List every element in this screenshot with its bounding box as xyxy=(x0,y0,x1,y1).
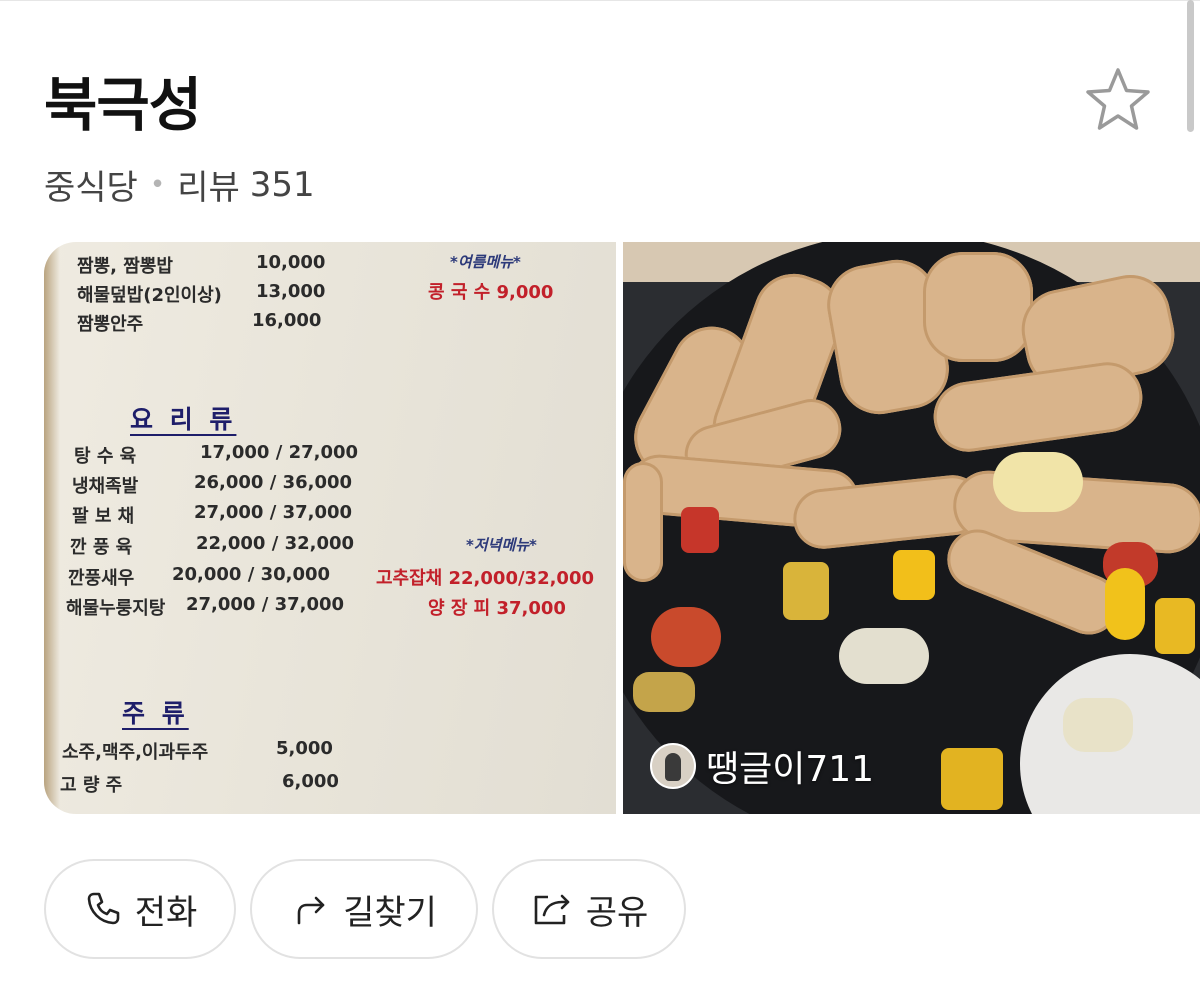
menu-item-price: 17,000 / 27,000 xyxy=(200,442,359,463)
menu-item-price: 26,000 / 36,000 xyxy=(194,472,353,493)
onion-piece xyxy=(839,628,929,684)
menu-item-name: 해물덮밥(2인이상) xyxy=(77,285,222,306)
onion-piece xyxy=(993,452,1083,512)
menu-photo[interactable]: 짬뽕, 짬뽕밥 10,000 해물덮밥(2인이상) 13,000 짬뽕안주 16… xyxy=(44,242,616,814)
top-divider xyxy=(0,0,1200,1)
phone-icon xyxy=(87,892,120,925)
yellow-pepper xyxy=(633,672,695,712)
share-button[interactable]: 공유 xyxy=(492,859,686,959)
directions-button[interactable]: 길찾기 xyxy=(250,859,478,959)
photo-edge-shadow xyxy=(44,242,60,814)
menu-item-price: 22,000 / 32,000 xyxy=(196,533,355,554)
menu-item-price: 10,000 xyxy=(256,252,326,273)
category-label: 중식당 xyxy=(44,168,138,208)
place-meta: 중식당 • 리뷰 351 xyxy=(44,160,315,209)
review-count[interactable]: 351 xyxy=(250,165,315,205)
dishes-section-title: 요 리 류 xyxy=(130,405,237,434)
menu-item-price: 13,000 xyxy=(256,281,326,302)
avatar xyxy=(650,743,696,789)
share-label: 공유 xyxy=(585,892,649,933)
red-pepper xyxy=(651,607,721,667)
dinner-menu-item: 양 장 피 37,000 xyxy=(428,598,566,619)
uploader-badge[interactable]: 땡글이711 xyxy=(650,740,874,792)
menu-item-name: 탕 수 육 xyxy=(74,446,137,467)
fried-pork-piece xyxy=(923,252,1033,362)
favorite-button[interactable] xyxy=(1082,64,1154,136)
menu-item-name: 고 량 주 xyxy=(60,775,123,796)
drinks-section-title: 주 류 xyxy=(122,699,189,728)
call-label: 전화 xyxy=(134,892,198,933)
menu-item-price: 27,000 / 37,000 xyxy=(186,594,345,615)
onion-piece xyxy=(1063,698,1133,752)
dinner-menu-item: 고추잡채 22,000/32,000 xyxy=(376,568,595,589)
place-title: 북극성 xyxy=(44,71,202,139)
food-photo[interactable]: 땡글이711 xyxy=(623,242,1200,814)
uploader-name: 땡글이711 xyxy=(706,749,875,790)
separator-dot: • xyxy=(149,169,166,200)
menu-item-price: 27,000 / 37,000 xyxy=(194,502,353,523)
menu-item-name: 짬뽕, 짬뽕밥 xyxy=(77,256,173,277)
photo-strip[interactable]: 짬뽕, 짬뽕밥 10,000 해물덮밥(2인이상) 13,000 짬뽕안주 16… xyxy=(44,242,1200,814)
review-label[interactable]: 리뷰 xyxy=(177,160,240,209)
call-button[interactable]: 전화 xyxy=(44,859,236,959)
menu-item-price: 5,000 xyxy=(276,738,333,759)
dinner-menu-title: *저녁메뉴* xyxy=(466,536,537,554)
menu-item-price: 6,000 xyxy=(282,771,339,792)
menu-item-name: 소주,맥주,이과두주 xyxy=(62,742,209,763)
menu-item-name: 깐 풍 육 xyxy=(70,537,133,558)
fried-pork-piece xyxy=(623,462,663,582)
menu-item-name: 냉채족발 xyxy=(72,476,139,497)
scrollbar[interactable] xyxy=(1187,0,1194,132)
yellow-pepper xyxy=(941,748,1003,810)
menu-item-name: 짬뽕안주 xyxy=(77,314,144,335)
menu-item-name: 깐풍새우 xyxy=(68,568,135,589)
summer-menu-title: *여름메뉴* xyxy=(450,253,521,271)
menu-item-name: 팔 보 채 xyxy=(72,506,135,527)
menu-item-price: 16,000 xyxy=(252,310,322,331)
directions-label: 길찾기 xyxy=(343,892,437,933)
yellow-pepper xyxy=(1105,568,1145,640)
red-pepper xyxy=(681,507,719,553)
action-bar: 전화 길찾기 공유 xyxy=(44,859,686,959)
star-outline-icon xyxy=(1086,68,1150,130)
yellow-pepper xyxy=(783,562,829,620)
yellow-pepper xyxy=(1155,598,1195,654)
menu-item-price: 20,000 / 30,000 xyxy=(172,564,331,585)
menu-item-name: 해물누룽지탕 xyxy=(66,598,166,619)
route-arrow-icon xyxy=(297,896,325,925)
yellow-pepper xyxy=(893,550,935,600)
share-icon xyxy=(534,894,570,925)
summer-menu-item: 콩 국 수 9,000 xyxy=(428,282,554,303)
